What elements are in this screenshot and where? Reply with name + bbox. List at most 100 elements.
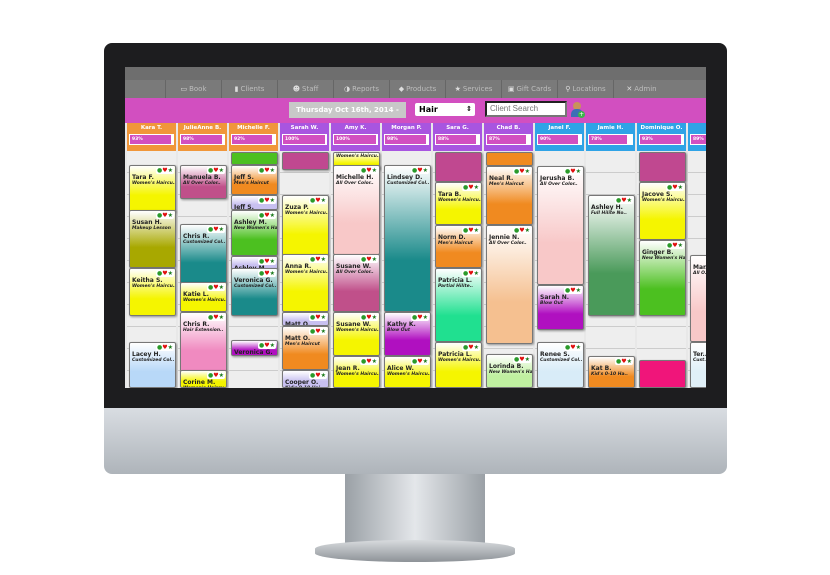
staff-column[interactable]: ●♥★ Zuza P. Women's Haircu.. ●♥★ Anna R. Wome… xyxy=(280,151,329,388)
appointment-card[interactable]: ●♥★ Tara B. Women's Haircu.. xyxy=(435,182,482,225)
staff-header[interactable]: Michelle F. 92% xyxy=(229,123,278,151)
staff-column[interactable]: ●♥★ Lindsey D. Customized Col.. ●♥★ Kathy K.… xyxy=(382,151,431,388)
appointment-card[interactable]: ●♥★ Manuela B. All Over Color.. xyxy=(180,165,227,199)
staff-column[interactable]: ●♥★ Neal R. Men's Haircut ●♥★ Jennie N. All O… xyxy=(484,151,533,388)
appointment-card[interactable]: ●♥★Mar..All O.. xyxy=(690,255,706,342)
client-name: Zuza P. xyxy=(285,204,309,211)
booking-progress: 92% xyxy=(231,134,276,145)
appointment-card[interactable] xyxy=(486,152,533,166)
nav-gift-cards[interactable]: ▣ Gift Cards xyxy=(501,80,557,98)
nav-locations[interactable]: ⚲ Locations xyxy=(557,80,613,98)
staff-header[interactable]: J.. 89% xyxy=(688,123,706,151)
appointment-card[interactable]: ●♥★ Kathy K. Blow Out xyxy=(384,312,431,356)
staff-column[interactable]: ●♥★ Jerusha B. All Over Color.. ●♥★ Sarah N.… xyxy=(535,151,584,388)
star-icon: ★ xyxy=(524,168,530,175)
nav-clients[interactable]: ▮ Clients xyxy=(221,80,277,98)
staff-header[interactable]: Sarah W. 100% xyxy=(280,123,329,151)
staff-header[interactable]: Amy K. 100% xyxy=(331,123,380,151)
appointment-card[interactable] xyxy=(231,152,278,165)
appointment-card[interactable]: ●♥★ Ashley M. New Women's Ha.. xyxy=(231,210,278,256)
appointment-card[interactable]: ●♥★ Michelle H. All Over Color.. xyxy=(333,165,380,255)
appointment-card[interactable]: ●♥★Cooper O.Kid's 0-10 Hai.. xyxy=(282,370,329,388)
nav-staff[interactable]: ☻ Staff xyxy=(277,80,333,98)
staff-header[interactable]: JulieAnne B. 98% xyxy=(178,123,227,151)
booking-percent: 78% xyxy=(591,137,602,142)
staff-name: Morgan P. xyxy=(391,125,422,131)
staff-header[interactable]: Janel F. 90% xyxy=(535,123,584,151)
salon-scheduler-screen: ▭ Book ▮ Clients ☻ Staff ◑ Reports ◆ Products ★ Ser… xyxy=(125,67,706,388)
appointment-card[interactable]: ●♥★Veronica G.Blow Out xyxy=(231,340,278,356)
appointment-card[interactable]: ●♥★ Lorinda B. New Women's Ha.. xyxy=(486,354,533,388)
nav-reports[interactable]: ◑ Reports xyxy=(333,80,389,98)
nav-book[interactable]: ▭ Book xyxy=(165,80,221,98)
appointment-card[interactable]: ●♥★ Norm D. Men's Haircut xyxy=(435,225,482,268)
staff-header[interactable]: Sara G. 88% xyxy=(433,123,482,151)
appointment-card[interactable]: ●♥★ Matt O. xyxy=(282,312,329,326)
category-select[interactable]: Hair ⇕ xyxy=(415,103,475,116)
staff-column[interactable]: ●♥★ Jeff S. Men's Haircut ●♥★ Jeff S. ●♥★ Ashl… xyxy=(229,151,278,388)
appointment-card[interactable]: ●♥★ Jean R. Women's Haircu.. xyxy=(333,356,380,388)
clients-icon: ▮ xyxy=(234,85,239,93)
service-name: All O.. xyxy=(693,271,706,276)
appointment-card[interactable]: ●♥★ Katie L. Women's Haircu.. xyxy=(180,282,227,312)
add-client-icon[interactable]: + xyxy=(571,102,585,118)
staff-header[interactable]: Chad B. 87% xyxy=(484,123,533,151)
appointment-card[interactable]: ●♥★ Susane W. All Over Color.. xyxy=(333,254,380,312)
appointment-card[interactable] xyxy=(282,152,329,170)
appointment-card[interactable]: ●♥★ Kat B. Kid's 0-10 Ha.. xyxy=(588,356,635,388)
date-picker-button[interactable]: Thursday Oct 16th, 2014 - xyxy=(289,102,406,118)
staff-column[interactable]: ●♥★ Tara B. Women's Haircu.. ●♥★ Norm D. Men'… xyxy=(433,151,482,388)
appointment-card[interactable]: ●♥★Ter..Cust.. xyxy=(690,342,706,388)
client-search-input[interactable] xyxy=(485,101,567,117)
staff-column[interactable]: ●♥★ Tara F. Women's Haircu.. ●♥★ Susan H. Mak… xyxy=(127,151,176,388)
staff-column[interactable]: ●♥★ Jacove S. Women's Haircu.. ●♥★ Ginger B.… xyxy=(637,151,686,388)
nav-services[interactable]: ★ Services xyxy=(445,80,501,98)
appointment-card[interactable] xyxy=(639,360,686,388)
client-name: Susan H. xyxy=(132,219,162,226)
appointment-card[interactable]: ●♥★ Ashley H. Full Hilite No.. xyxy=(588,195,635,316)
appointment-card[interactable]: ●♥★ Patricia L. Women's Haircu.. xyxy=(435,342,482,388)
staff-column[interactable]: ●♥★ Ashley H. Full Hilite No.. ●♥★ Kat B. Kid… xyxy=(586,151,635,388)
appointment-card[interactable]: ●♥★ Anna R. Women's Haircu.. xyxy=(282,254,329,312)
appointment-card[interactable]: ●♥★ Sarah N. Blow Out xyxy=(537,285,584,330)
staff-header[interactable]: Kara T. 93% xyxy=(127,123,176,151)
staff-header[interactable]: Morgan P. 98% xyxy=(382,123,431,151)
appointment-card[interactable]: ●♥★ Jeff S. Men's Haircut xyxy=(231,165,278,195)
appointment-card[interactable]: ●♥★ Keitha S. Women's Haircu.. xyxy=(129,268,176,316)
appointment-card[interactable]: ●♥★ Patricia L. Partial Hilite.. xyxy=(435,268,482,342)
appointment-card[interactable]: ●♥★ Lindsey D. Customized Col.. xyxy=(384,165,431,312)
appointment-card[interactable]: ●♥★ Neal R. Men's Haircut xyxy=(486,166,533,225)
nav-admin[interactable]: ✕ Admin xyxy=(613,80,669,98)
appointment-card[interactable] xyxy=(435,152,482,182)
appointment-card[interactable]: ●♥★ Tara F. Women's Haircu.. xyxy=(129,165,176,212)
staff-column[interactable]: ●♥★Mar..All O..●♥★Ter..Cust.. xyxy=(688,151,706,388)
appointment-card[interactable]: ●♥★ Susan H. Makeup Lesson xyxy=(129,210,176,268)
appointment-card[interactable]: ●♥★ Chris R. Hair Extension.. xyxy=(180,312,227,372)
client-name: Lacey H. xyxy=(132,351,161,358)
appointment-card[interactable]: ●♥★ Chris R. Customized Col.. xyxy=(180,224,227,284)
appointment-card[interactable] xyxy=(639,152,686,182)
appointment-card[interactable]: ●♥★ Lacey H. Customized Col.. xyxy=(129,342,176,388)
service-name: Customized Col.. xyxy=(183,240,226,245)
appointment-card[interactable]: ●♥★ Veronica G. Customized Col.. xyxy=(231,268,278,316)
appointment-card[interactable]: ●♥★Corine M.Women's Haircu.. xyxy=(180,370,227,388)
appointment-card[interactable]: ●♥★ Jeff S. xyxy=(231,195,278,210)
staff-column[interactable]: ●♥★ Manuela B. All Over Color.. ●♥★ Chris R.… xyxy=(178,151,227,388)
appointment-card[interactable]: ●♥★ Zuza P. Women's Haircu.. xyxy=(282,195,329,256)
appointment-card[interactable]: ●♥★ Ginger B. New Women's Ha.. xyxy=(639,240,686,316)
appointment-card[interactable]: ●♥★ Jerusha B. All Over Color.. xyxy=(537,166,584,285)
appointment-card[interactable]: ●♥★ Alice W. Women's Haircu.. xyxy=(384,356,431,388)
service-name: Hair Extension.. xyxy=(183,328,224,333)
staff-header[interactable]: Jamie H. 78% xyxy=(586,123,635,151)
client-name: Lorinda B. xyxy=(489,363,524,370)
staff-header[interactable]: Dominique O. 93% xyxy=(637,123,686,151)
star-icon: ★ xyxy=(269,167,275,174)
service-name: Women's Haircu.. xyxy=(336,372,380,377)
appointment-card[interactable]: ●♥★ Susane W. Women's Haircu.. xyxy=(333,312,380,356)
staff-column[interactable]: Women's Haircu.. ●♥★ Michelle H. All Over C… xyxy=(331,151,380,388)
appointment-card[interactable]: ●♥★ Jacove S. Women's Haircu.. xyxy=(639,182,686,240)
appointment-card[interactable]: ●♥★ Renee S. Customized Col.. xyxy=(537,342,584,388)
appointment-card[interactable]: ●♥★ Jennie N. All Over Color.. xyxy=(486,225,533,344)
nav-products[interactable]: ◆ Products xyxy=(389,80,445,98)
appointment-card[interactable]: ●♥★ Matt O. Men's Haircut xyxy=(282,326,329,370)
